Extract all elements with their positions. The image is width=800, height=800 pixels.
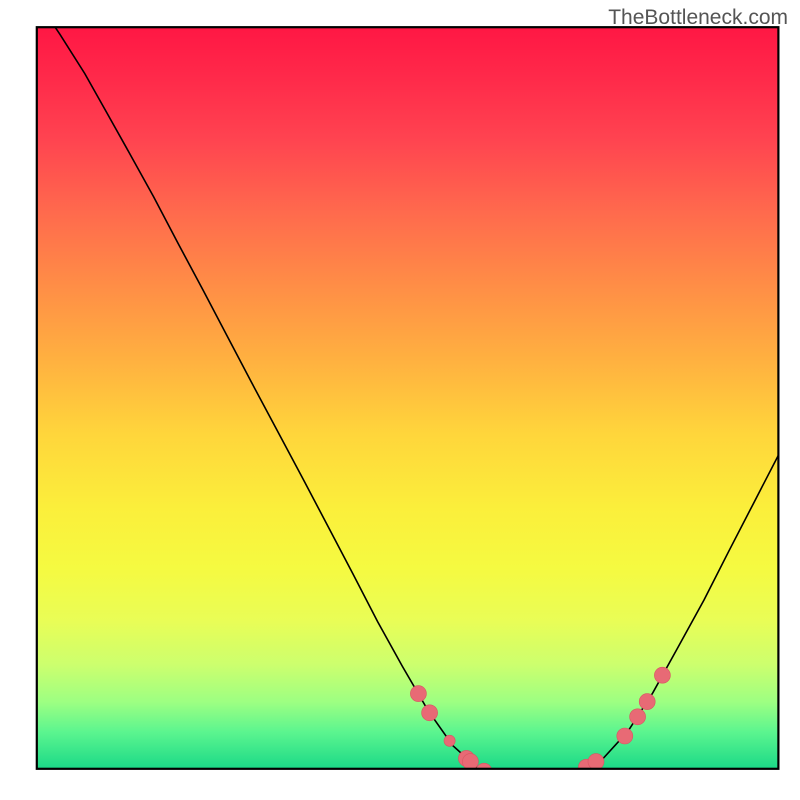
bottleneck-chart bbox=[0, 0, 800, 800]
data-marker bbox=[476, 763, 492, 779]
data-marker bbox=[617, 728, 633, 744]
data-marker bbox=[630, 709, 646, 725]
data-marker bbox=[588, 754, 604, 770]
data-marker bbox=[536, 772, 552, 788]
data-marker bbox=[422, 705, 438, 721]
data-marker bbox=[559, 769, 575, 785]
data-marker bbox=[495, 770, 511, 786]
chart-container: TheBottleneck.com bbox=[0, 0, 800, 800]
data-marker bbox=[444, 735, 455, 746]
watermark-text: TheBottleneck.com bbox=[608, 6, 788, 30]
data-marker bbox=[639, 694, 655, 710]
data-marker bbox=[506, 771, 522, 787]
data-marker bbox=[654, 667, 670, 683]
data-marker bbox=[462, 754, 478, 770]
data-marker bbox=[410, 686, 426, 702]
gradient-background bbox=[37, 27, 779, 769]
data-marker bbox=[524, 772, 540, 788]
